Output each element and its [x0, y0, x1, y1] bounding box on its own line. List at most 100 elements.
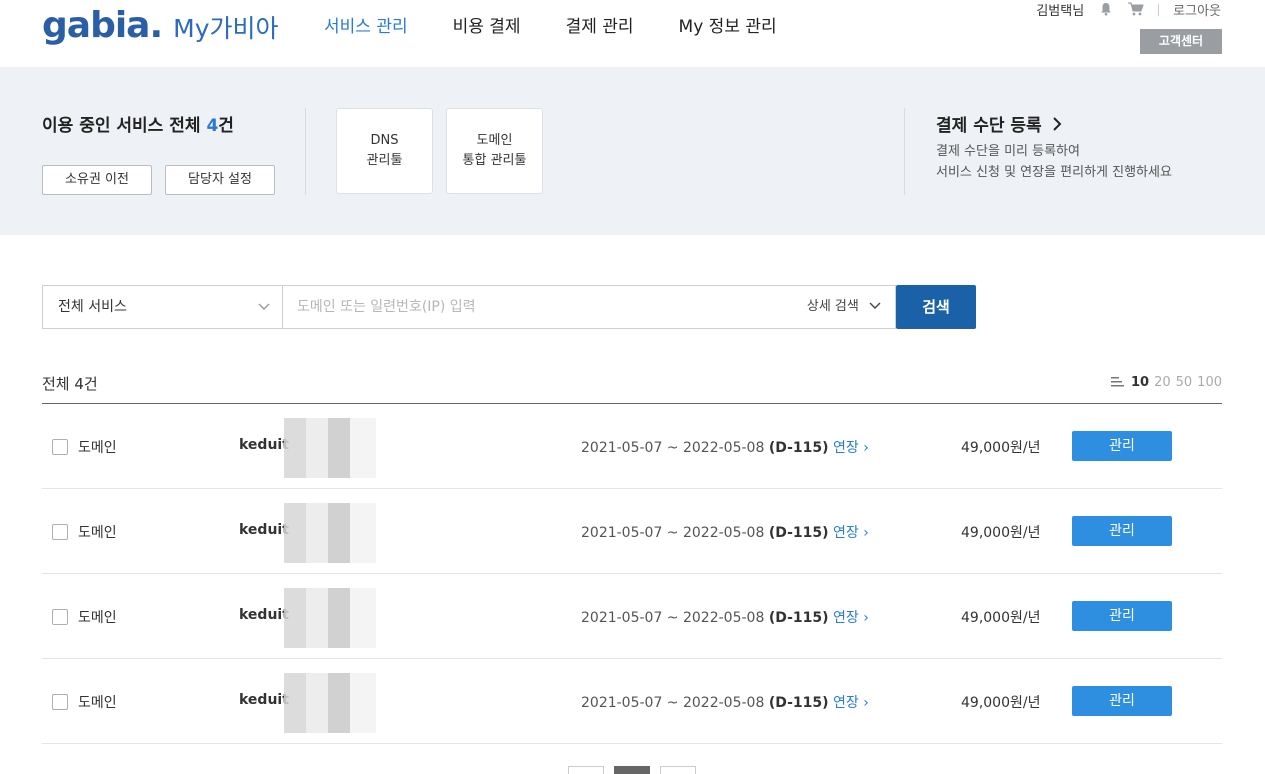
logo-wordmark: gabia	[42, 5, 150, 46]
cart-icon[interactable]	[1128, 2, 1144, 18]
search-input[interactable]	[283, 286, 763, 328]
table-row: 도메인 keduit 2021-05-07 ~ 2022-05-08 (D-11…	[42, 574, 1222, 659]
user-name[interactable]: 김범택님	[1036, 0, 1084, 19]
price: 49,000원/년	[961, 440, 1041, 456]
chevron-down-icon	[869, 302, 881, 309]
payment-desc-line1: 결제 수단을 미리 등록하여	[936, 144, 1080, 159]
service-type: 도메인	[78, 610, 117, 626]
pagination-prev[interactable]	[568, 766, 604, 774]
service-type: 도메인	[78, 525, 117, 541]
search-field-wrapper: 상세 검색	[282, 285, 896, 329]
domain-name[interactable]: keduit	[239, 692, 289, 708]
service-period: 2021-05-07 ~ 2022-05-08 (D-115) 연장 ›	[581, 692, 869, 712]
divider	[904, 108, 905, 195]
period-dates: 2021-05-07 ~ 2022-05-08	[581, 610, 765, 626]
page-size-option[interactable]: 20	[1154, 375, 1171, 390]
service-type-select[interactable]: 전체 서비스	[42, 285, 282, 329]
page-size-option[interactable]: 50	[1176, 375, 1193, 390]
manage-button[interactable]: 관리	[1072, 686, 1172, 716]
row-checkbox[interactable]	[52, 609, 68, 625]
total-count: 전체 4건	[42, 375, 98, 393]
redacted-mask	[284, 588, 376, 648]
service-period: 2021-05-07 ~ 2022-05-08 (D-115) 연장 ›	[581, 522, 869, 542]
dns-tool-card[interactable]: DNS 관리툴	[336, 108, 433, 194]
domain-name[interactable]: keduit	[239, 437, 289, 453]
list-lines-icon	[1110, 376, 1124, 390]
page-size-option[interactable]: 10	[1131, 375, 1149, 390]
help-center-button[interactable]: 고객센터	[1140, 29, 1222, 54]
summary-band: 이용 중인 서비스 전체 4건 소유권 이전 담당자 설정 DNS 관리툴 도메…	[0, 67, 1265, 235]
period-dates: 2021-05-07 ~ 2022-05-08	[581, 695, 765, 711]
utility-bar: 김범택님 로그아웃	[1036, 0, 1221, 19]
d-day: (D-115)	[768, 695, 829, 711]
row-checkbox[interactable]	[52, 524, 68, 540]
title-suffix: 건	[218, 116, 234, 136]
logo-dot: .	[149, 5, 164, 46]
pagination-next[interactable]	[660, 766, 696, 774]
chevron-right-icon: ›	[858, 610, 869, 626]
payment-method-link[interactable]: 결제 수단 등록	[936, 111, 1062, 136]
chevron-right-icon: ›	[858, 695, 869, 711]
nav-payment-management[interactable]: 결제 관리	[566, 12, 634, 37]
payment-title: 결제 수단 등록	[936, 116, 1042, 136]
tool-label-line1: DNS	[370, 133, 399, 148]
table-row: 도메인 keduit 2021-05-07 ~ 2022-05-08 (D-11…	[42, 489, 1222, 574]
table-row: 도메인 keduit 2021-05-07 ~ 2022-05-08 (D-11…	[42, 404, 1222, 489]
renew-link[interactable]: 연장	[833, 610, 859, 626]
row-checkbox[interactable]	[52, 439, 68, 455]
renew-link[interactable]: 연장	[833, 525, 859, 541]
row-checkbox[interactable]	[52, 694, 68, 710]
manage-button[interactable]: 관리	[1072, 431, 1172, 461]
pagination-current-page[interactable]	[614, 766, 650, 774]
period-dates: 2021-05-07 ~ 2022-05-08	[581, 440, 765, 456]
manage-button[interactable]: 관리	[1072, 516, 1172, 546]
redacted-mask	[284, 418, 376, 478]
domain-name[interactable]: keduit	[239, 522, 289, 538]
nav-service-management[interactable]: 서비스 관리	[324, 12, 408, 37]
page-size-option[interactable]: 100	[1197, 375, 1222, 390]
title-prefix: 이용 중인 서비스 전체	[42, 116, 207, 136]
divider	[305, 108, 306, 195]
logout-link[interactable]: 로그아웃	[1173, 0, 1221, 19]
renew-link[interactable]: 연장	[833, 695, 859, 711]
tool-label-line1: 도메인	[476, 133, 513, 148]
d-day: (D-115)	[768, 440, 829, 456]
divider	[1158, 3, 1160, 16]
search-bar: 전체 서비스 상세 검색 검색	[42, 285, 976, 329]
chevron-right-icon: ›	[858, 440, 869, 456]
service-type: 도메인	[78, 440, 117, 456]
price: 49,000원/년	[961, 610, 1041, 626]
nav-my-info[interactable]: My 정보 관리	[679, 12, 777, 37]
payment-desc-line2: 서비스 신청 및 연장을 편리하게 진행하세요	[936, 165, 1172, 180]
d-day: (D-115)	[768, 610, 829, 626]
manager-settings-button[interactable]: 담당자 설정	[165, 165, 275, 195]
bell-icon[interactable]	[1098, 2, 1114, 18]
domain-tool-card[interactable]: 도메인 통합 관리툴	[446, 108, 543, 194]
payment-description: 결제 수단을 미리 등록하여 서비스 신청 및 연장을 편리하게 진행하세요	[936, 141, 1172, 183]
main-nav: 서비스 관리 비용 결제 결제 관리 My 정보 관리	[324, 12, 822, 37]
detail-search-label: 상세 검색	[806, 299, 859, 314]
nav-billing[interactable]: 비용 결제	[453, 12, 521, 37]
service-period: 2021-05-07 ~ 2022-05-08 (D-115) 연장 ›	[581, 607, 869, 627]
select-value: 전체 서비스	[58, 299, 127, 315]
tool-label-line2: 관리툴	[366, 153, 403, 168]
top-header: gabia . My가비아 서비스 관리 비용 결제 결제 관리 My 정보 관…	[0, 0, 1265, 67]
domain-name[interactable]: keduit	[239, 607, 289, 623]
transfer-ownership-button[interactable]: 소유권 이전	[42, 165, 152, 195]
chevron-right-icon: ›	[858, 525, 869, 541]
service-count: 4	[206, 116, 219, 136]
chevron-right-icon	[1048, 116, 1062, 136]
tool-label-line2: 통합 관리툴	[462, 153, 527, 168]
service-type: 도메인	[78, 695, 117, 711]
search-button[interactable]: 검색	[896, 285, 976, 329]
gabia-logo[interactable]: gabia . My가비아	[42, 4, 279, 51]
price: 49,000원/년	[961, 525, 1041, 541]
logo-subtitle: My가비아	[173, 14, 279, 43]
price: 49,000원/년	[961, 695, 1041, 711]
redacted-mask	[284, 673, 376, 733]
manage-button[interactable]: 관리	[1072, 601, 1172, 631]
renew-link[interactable]: 연장	[833, 440, 859, 456]
page-size-selector: 10 20 50 100	[1110, 375, 1222, 390]
d-day: (D-115)	[768, 525, 829, 541]
detail-search-toggle[interactable]: 상세 검색	[807, 286, 881, 328]
